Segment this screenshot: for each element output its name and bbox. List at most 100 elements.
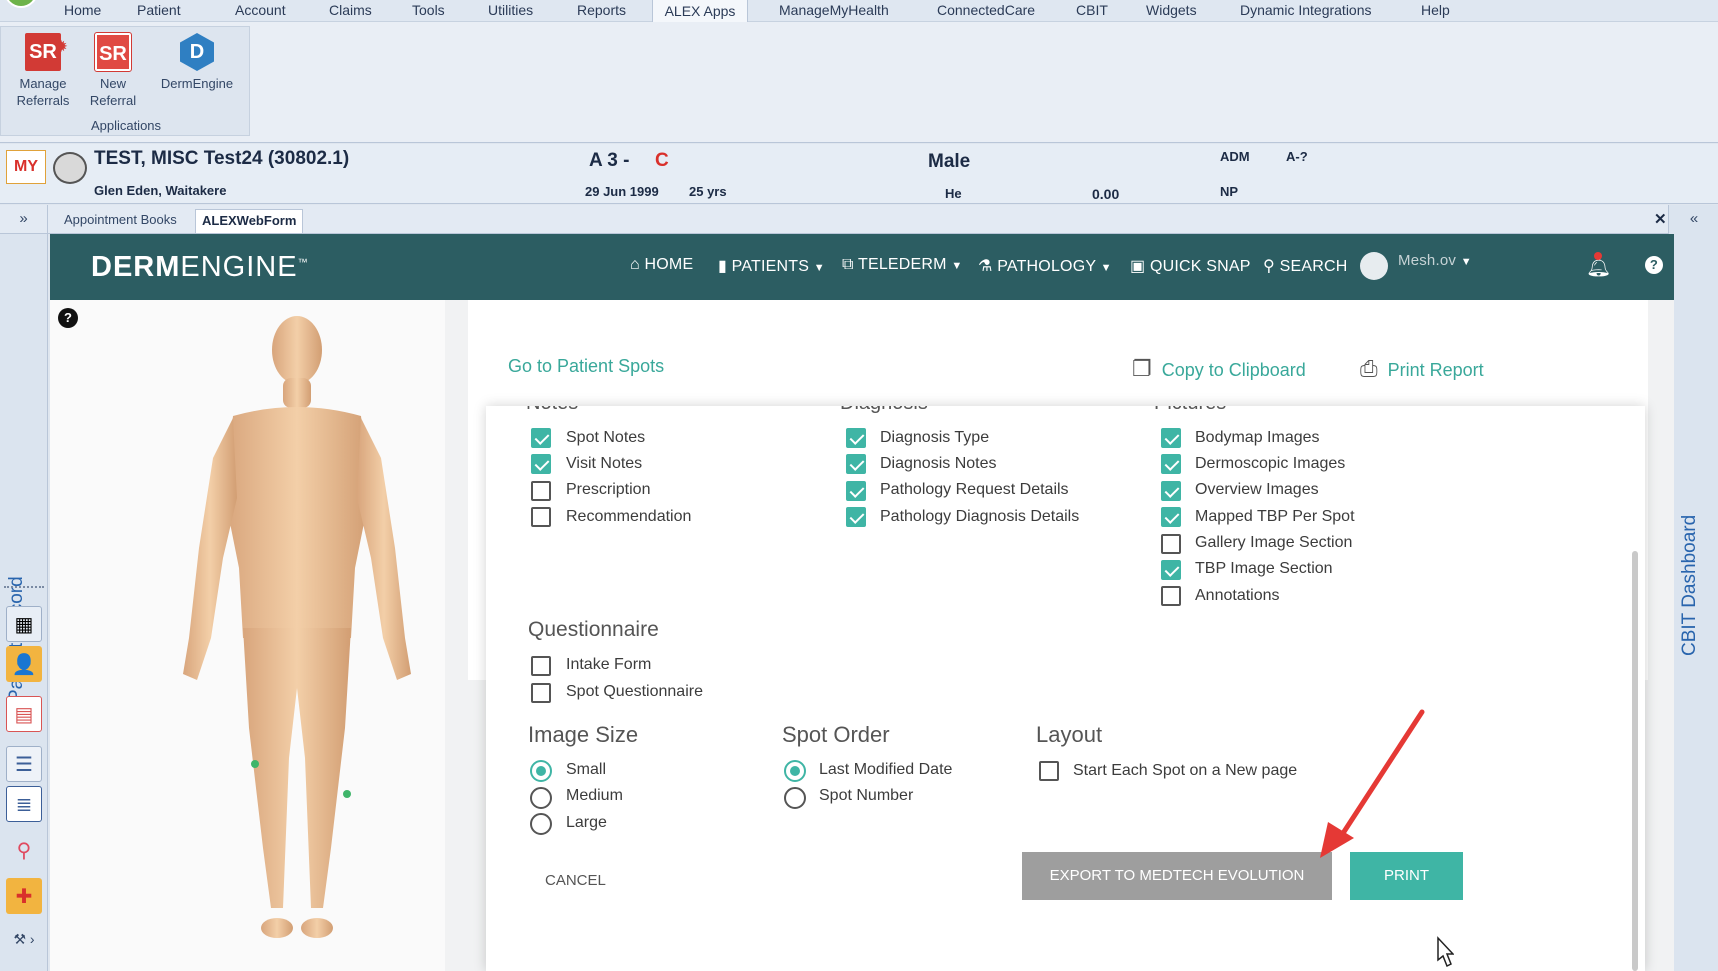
nav-home[interactable]: ⌂ HOME bbox=[630, 256, 693, 274]
menu-patient[interactable]: Patient bbox=[133, 1, 185, 21]
nav-pathology[interactable]: ⚗ PATHOLOGY ▼ bbox=[978, 256, 1112, 276]
checkbox-dermoscopic-images[interactable] bbox=[1161, 454, 1181, 474]
checkbox-pathology-diagnosis[interactable] bbox=[846, 507, 866, 527]
checkbox-diagnosis-notes[interactable] bbox=[846, 454, 866, 474]
radio-last-modified-date[interactable] bbox=[784, 760, 806, 782]
menu-utilities[interactable]: Utilities bbox=[484, 1, 537, 21]
camera-icon: ▣ bbox=[1130, 258, 1146, 275]
checkbox-diagnosis-type[interactable] bbox=[846, 428, 866, 448]
label-large: Large bbox=[566, 814, 607, 831]
export-medtech-button[interactable]: EXPORT TO MEDTECH EVOLUTION bbox=[1022, 852, 1332, 900]
patient-code: A 3 - bbox=[589, 150, 630, 171]
spot-marker[interactable] bbox=[343, 790, 351, 798]
close-tab-icon[interactable]: ✕ bbox=[1654, 210, 1667, 228]
dermengine-button[interactable]: D DermEngine bbox=[151, 33, 243, 92]
checkbox-prescription[interactable] bbox=[531, 481, 551, 501]
chevron-down-icon: ▼ bbox=[813, 262, 825, 274]
cancel-button[interactable]: CANCEL bbox=[545, 872, 606, 889]
nav-patients[interactable]: ▮ PATIENTS ▼ bbox=[718, 256, 825, 276]
body-figure[interactable] bbox=[125, 308, 445, 968]
manage-referrals-button[interactable]: SR ✹ Manage Referrals bbox=[7, 33, 79, 109]
nav-pathology-label: PATHOLOGY bbox=[997, 258, 1096, 275]
nav-telederm[interactable]: ⧉ TELEDERM ▼ bbox=[842, 256, 962, 274]
bullet-list-icon[interactable]: ≣ bbox=[6, 786, 42, 822]
checkbox-mapped-tbp[interactable] bbox=[1161, 507, 1181, 527]
stethoscope-icon[interactable]: ⚲ bbox=[6, 832, 42, 868]
patient-a-status: A-? bbox=[1286, 149, 1308, 164]
radio-spot-number[interactable] bbox=[784, 787, 806, 809]
checkbox-intake-form[interactable] bbox=[531, 656, 551, 676]
patient-address: Glen Eden, Waitakere bbox=[94, 183, 227, 198]
label-spot-questionnaire: Spot Questionnaire bbox=[566, 683, 703, 700]
new-referral-button[interactable]: SR New Referral bbox=[81, 32, 145, 109]
radio-medium[interactable] bbox=[530, 787, 552, 809]
nav-search[interactable]: ⚲ SEARCH bbox=[1263, 256, 1347, 276]
bell-icon[interactable]: 🔔︎ bbox=[1586, 252, 1612, 279]
calendar-card-icon[interactable]: ▦ bbox=[6, 606, 42, 642]
patient-name: TEST, MISC Test24 (30802.1) bbox=[94, 148, 350, 169]
checkbox-visit-notes[interactable] bbox=[531, 454, 551, 474]
checkbox-pathology-request[interactable] bbox=[846, 481, 866, 501]
chevron-down-icon: ▼ bbox=[951, 260, 963, 272]
medical-folder-icon[interactable]: ✚ bbox=[6, 878, 42, 914]
tab-alexwebform[interactable]: ALEXWebForm bbox=[195, 209, 304, 233]
user-avatar bbox=[1360, 252, 1388, 280]
help-icon[interactable]: ? bbox=[1645, 256, 1663, 274]
checkbox-bodymap-images[interactable] bbox=[1161, 428, 1181, 448]
menu-claims[interactable]: Claims bbox=[325, 1, 376, 21]
menu-alex-apps[interactable]: ALEX Apps bbox=[652, 0, 748, 23]
checkbox-spot-questionnaire[interactable] bbox=[531, 683, 551, 703]
checkbox-start-each-spot[interactable] bbox=[1039, 761, 1059, 781]
sr-new-referral-icon: SR bbox=[94, 32, 132, 72]
tab-appointment-books[interactable]: Appointment Books bbox=[58, 209, 183, 233]
nav-quick-snap[interactable]: ▣ QUICK SNAP bbox=[1130, 256, 1251, 276]
collapse-right-button[interactable]: « bbox=[1669, 205, 1718, 234]
checkbox-annotations[interactable] bbox=[1161, 586, 1181, 606]
dermengine-logo[interactable]: DERMENGINE™ bbox=[91, 251, 309, 284]
new-referral-label-1: New bbox=[99, 76, 126, 91]
more-tools-icon[interactable]: ⚒ › bbox=[6, 924, 42, 954]
checkbox-spot-notes[interactable] bbox=[531, 428, 551, 448]
label-start-each-spot: Start Each Spot on a New page bbox=[1073, 762, 1298, 779]
menu-managemyhealth[interactable]: ManageMyHealth bbox=[775, 1, 893, 21]
go-to-patient-spots-link[interactable]: Go to Patient Spots bbox=[508, 356, 664, 377]
expand-left-button[interactable]: » bbox=[0, 205, 48, 234]
patient-age: 25 yrs bbox=[689, 184, 727, 199]
checkbox-gallery-image-section[interactable] bbox=[1161, 534, 1181, 554]
applications-group: SR ✹ Manage Referrals SR New Referral D D… bbox=[0, 26, 250, 136]
print-report-button[interactable]: ⎙ Print Report bbox=[1360, 356, 1484, 382]
menu-reports[interactable]: Reports bbox=[573, 1, 630, 21]
patient-info-icon[interactable]: 👤 bbox=[6, 646, 42, 682]
menu-cbit[interactable]: CBIT bbox=[1072, 1, 1112, 21]
menu-widgets[interactable]: Widgets bbox=[1142, 1, 1201, 21]
checkbox-overview-images[interactable] bbox=[1161, 481, 1181, 501]
grid-table-icon[interactable]: ▤ bbox=[6, 696, 42, 732]
list-view-icon[interactable]: ☰ bbox=[6, 746, 42, 782]
menu-home[interactable]: Home bbox=[60, 1, 105, 21]
menu-dynamic-integrations[interactable]: Dynamic Integrations bbox=[1236, 1, 1376, 21]
menu-help[interactable]: Help bbox=[1417, 1, 1454, 21]
menu-account[interactable]: Account bbox=[231, 1, 290, 21]
patient-photo-icon[interactable] bbox=[53, 152, 87, 184]
user-menu[interactable]: Mesh.ov ▼ bbox=[1360, 252, 1472, 280]
copy-to-clipboard-button[interactable]: ❐ Copy to Clipboard bbox=[1132, 356, 1306, 382]
sr-referrals-icon: SR ✹ bbox=[25, 33, 67, 71]
new-referral-label-2: Referral bbox=[89, 93, 137, 108]
logo-engine: ENGINE bbox=[180, 251, 298, 283]
content-area: ? Go to Patient Spots ❐ Copy to Clipboar… bbox=[50, 300, 1674, 971]
checkbox-recommendation[interactable] bbox=[531, 507, 551, 527]
radio-small[interactable] bbox=[530, 760, 552, 782]
spot-order-title: Spot Order bbox=[782, 722, 890, 747]
app-logo-icon[interactable] bbox=[4, 0, 38, 8]
menu-connectedcare[interactable]: ConnectedCare bbox=[933, 1, 1039, 21]
radio-large[interactable] bbox=[530, 813, 552, 835]
print-options-modal: Notes Diagnosis Pictures Spot Notes Visi… bbox=[486, 406, 1645, 971]
label-spot-number: Spot Number bbox=[819, 787, 914, 804]
spot-marker[interactable] bbox=[251, 760, 259, 768]
modal-scrollbar[interactable] bbox=[1632, 551, 1638, 971]
bodymap-help-icon[interactable]: ? bbox=[58, 308, 78, 328]
label-bodymap-images: Bodymap Images bbox=[1195, 429, 1320, 446]
checkbox-tbp-image-section[interactable] bbox=[1161, 560, 1181, 580]
cbit-dashboard-tab[interactable]: CBIT Dashboard bbox=[1679, 475, 1709, 695]
menu-tools[interactable]: Tools bbox=[408, 1, 449, 21]
